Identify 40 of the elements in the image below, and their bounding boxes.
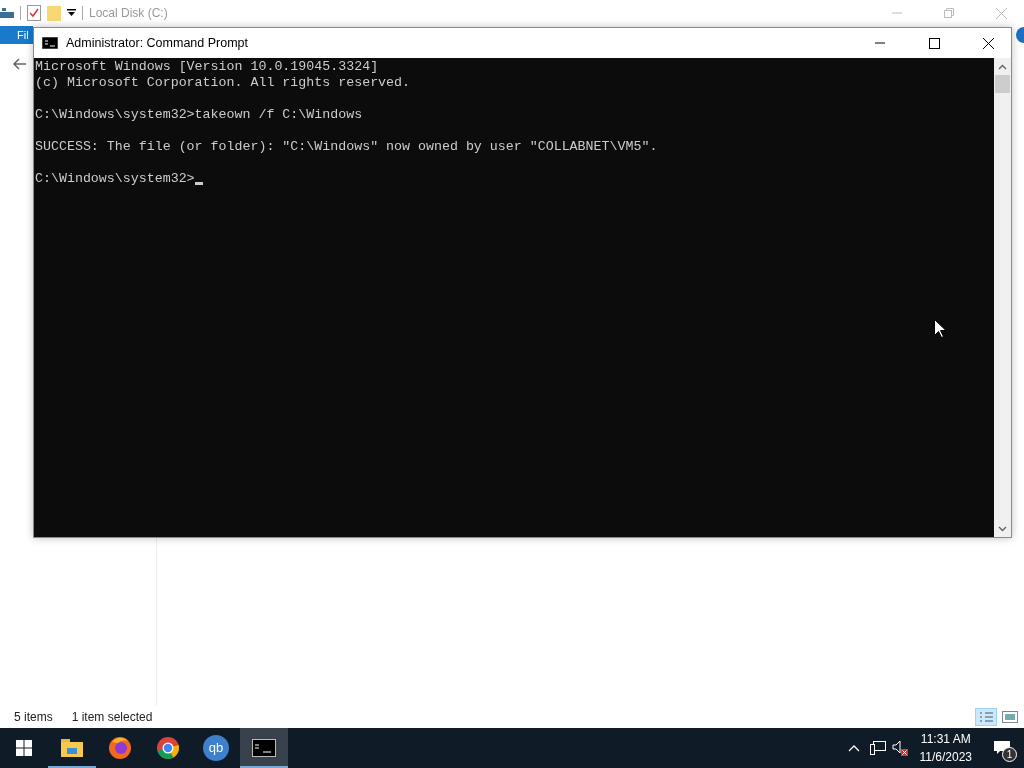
notifications-button[interactable]: 1 [980, 728, 1024, 768]
folder-icon [61, 739, 83, 757]
browser-icon [108, 736, 132, 760]
taskbar-app-button[interactable] [240, 728, 288, 768]
text-cursor [194, 182, 203, 185]
console-line: (c) Microsoft Corporation. All rights reserved. [35, 75, 411, 91]
network-icon[interactable] [869, 741, 886, 755]
close-icon [995, 7, 1007, 19]
chevron-down-icon [998, 525, 1007, 532]
chevron-up-icon [998, 63, 1007, 70]
console-prompt: C:\Windows\system32> [35, 171, 195, 187]
chevron-up-icon[interactable] [847, 744, 860, 752]
speaker-muted-icon[interactable] [891, 740, 908, 756]
close-icon [982, 37, 994, 49]
clock[interactable]: 11:31 AM 11/6/2023 [911, 730, 980, 766]
notification-count: 1 [1002, 747, 1017, 762]
app-logo: qb [203, 735, 229, 761]
back-arrow-icon[interactable] [12, 58, 26, 70]
scrollbar[interactable] [994, 58, 1011, 537]
restore-icon [944, 8, 954, 18]
maximize-icon [928, 37, 940, 49]
browser-icon [156, 736, 180, 760]
selection-count: 1 item selected [71, 709, 153, 726]
console-icon [252, 739, 276, 757]
console-icon [42, 37, 58, 49]
windows-logo-icon [16, 740, 32, 756]
large-icons-view-icon[interactable] [1002, 711, 1018, 723]
item-count: 5 items [14, 709, 53, 726]
console-line: Microsoft Windows [Version 10.0.19045.3324] [35, 59, 379, 75]
window-title: Local Disk (C:) [89, 5, 168, 22]
console-line: C:\Windows\system32>takeown /f C:\Windows [35, 107, 363, 123]
window-title: Administrator: Command Prompt [66, 34, 248, 52]
file-tab[interactable]: Fil [0, 26, 33, 44]
taskbar-app-button[interactable]: qb [192, 728, 240, 768]
mouse-pointer-icon [934, 319, 946, 338]
console-line: SUCCESS: The file (or folder): "C:\Windows" now owned by user "COLLABNET\VM5". [35, 139, 658, 155]
properties-icon[interactable] [27, 5, 41, 21]
drive-icon [0, 8, 14, 18]
scroll-thumb[interactable] [995, 75, 1010, 93]
dropdown-icon[interactable] [67, 9, 76, 17]
